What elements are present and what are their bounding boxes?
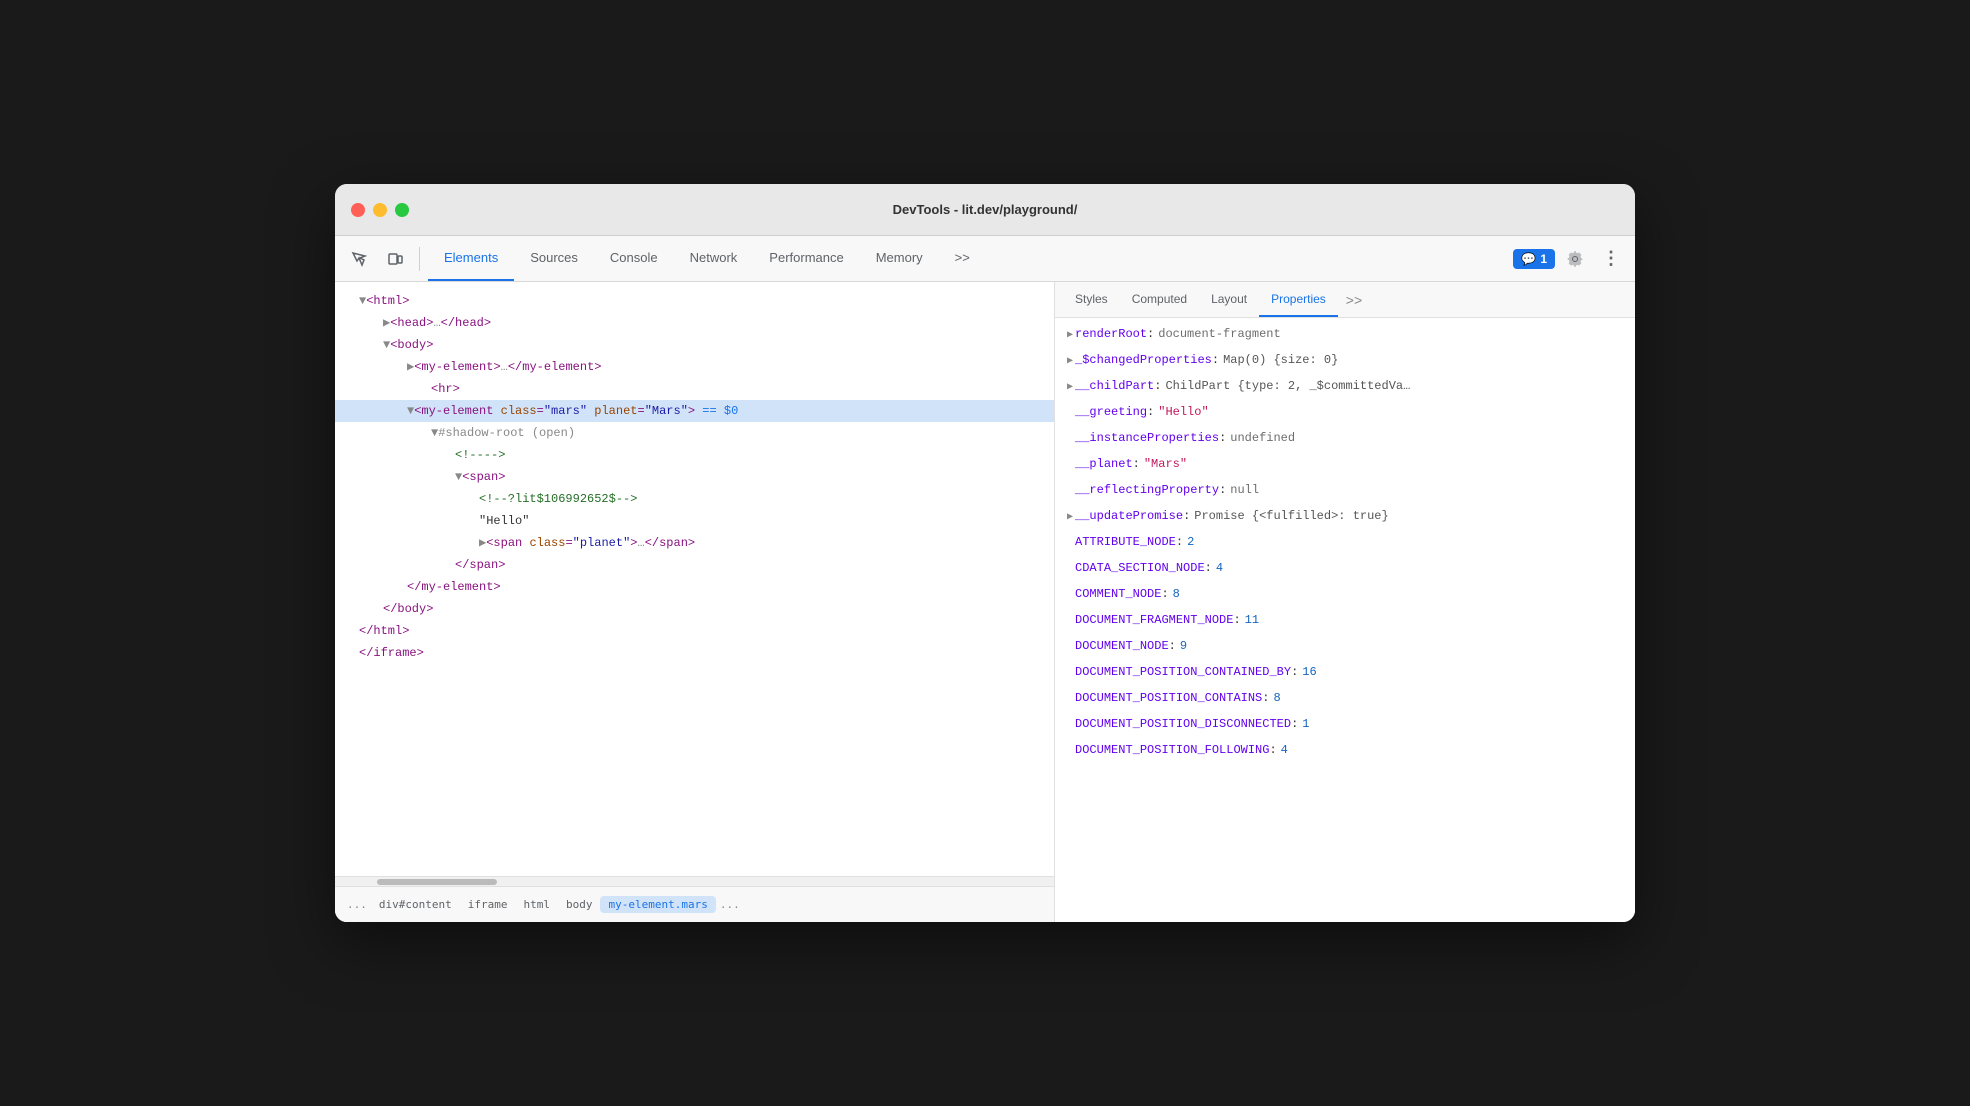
more-options-icon: ⋮: [1602, 248, 1620, 269]
devtools-window: DevTools - lit.dev/playground/ Elements …: [335, 184, 1635, 922]
prop-row-reflecting[interactable]: ▶ __reflectingProperty : null: [1055, 478, 1635, 504]
minimize-button[interactable]: [373, 203, 387, 217]
expand-icon-2[interactable]: ▶: [1067, 351, 1073, 373]
tab-elements[interactable]: Elements: [428, 236, 514, 281]
sub-tab-layout[interactable]: Layout: [1199, 282, 1259, 317]
prop-row-docposdisconn[interactable]: ▶ DOCUMENT_POSITION_DISCONNECTED : 1: [1055, 712, 1635, 738]
chat-count: 1: [1540, 252, 1547, 266]
prop-row-planet[interactable]: ▶ __planet : "Mars": [1055, 452, 1635, 478]
dom-line-html-close[interactable]: </html>: [335, 620, 1054, 642]
dom-line-body-close[interactable]: </body>: [335, 598, 1054, 620]
dom-line-comment-2[interactable]: <!--?lit$106992652$-->: [335, 488, 1054, 510]
prop-row-instanceprops[interactable]: ▶ __instanceProperties : undefined: [1055, 426, 1635, 452]
tab-network[interactable]: Network: [674, 236, 754, 281]
breadcrumb: ... div#content iframe html body my-elem…: [335, 886, 1054, 922]
properties-list: ▶ renderRoot : document-fragment ▶ _$cha…: [1055, 318, 1635, 922]
dom-line-comment-1[interactable]: <!---->: [335, 444, 1054, 466]
chat-icon: 💬: [1521, 252, 1536, 266]
prop-row-docnode[interactable]: ▶ DOCUMENT_NODE : 9: [1055, 634, 1635, 660]
main-tabs: Elements Sources Console Network Perform…: [428, 236, 1509, 281]
sub-tab-styles[interactable]: Styles: [1063, 282, 1120, 317]
inspect-element-button[interactable]: [343, 243, 375, 275]
close-button[interactable]: [351, 203, 365, 217]
breadcrumb-item-html[interactable]: html: [515, 896, 558, 913]
breadcrumb-item-iframe[interactable]: iframe: [460, 896, 516, 913]
sub-tab-computed[interactable]: Computed: [1120, 282, 1199, 317]
tab-performance[interactable]: Performance: [753, 236, 859, 281]
dom-line-my-element-selected[interactable]: ▼ <my-element class="mars" planet="Mars"…: [335, 400, 1054, 422]
breadcrumb-item-body[interactable]: body: [558, 896, 601, 913]
dom-line-span[interactable]: ▼ <span>: [335, 466, 1054, 488]
maximize-button[interactable]: [395, 203, 409, 217]
breadcrumb-more[interactable]: ...: [343, 896, 371, 913]
breadcrumb-item-div[interactable]: div#content: [371, 896, 460, 913]
sub-tabs: Styles Computed Layout Properties >>: [1055, 282, 1635, 318]
devtools-body: ▼ <html> ▶ <head>…</head> ▼ <body> ▶ <my…: [335, 282, 1635, 922]
tab-more-main[interactable]: >>: [939, 236, 986, 281]
toolbar-divider: [419, 247, 420, 271]
traffic-lights: [351, 203, 409, 217]
dom-line-my-element-1[interactable]: ▶ <my-element>…</my-element>: [335, 356, 1054, 378]
dom-line-head[interactable]: ▶ <head>…</head>: [335, 312, 1054, 334]
prop-row-docposfollowing[interactable]: ▶ DOCUMENT_POSITION_FOLLOWING : 4: [1055, 738, 1635, 764]
prop-row-childpart[interactable]: ▶ __childPart : ChildPart {type: 2, _$co…: [1055, 374, 1635, 400]
prop-row-changedprops[interactable]: ▶ _$changedProperties : Map(0) {size: 0}: [1055, 348, 1635, 374]
dom-line-iframe-close[interactable]: </iframe>: [335, 642, 1054, 664]
tab-memory[interactable]: Memory: [860, 236, 939, 281]
dom-panel: ▼ <html> ▶ <head>…</head> ▼ <body> ▶ <my…: [335, 282, 1055, 922]
properties-panel: Styles Computed Layout Properties >> ▶: [1055, 282, 1635, 922]
scroll-thumb[interactable]: [377, 879, 497, 885]
more-options-button[interactable]: ⋮: [1595, 243, 1627, 275]
dom-line-shadow-root[interactable]: ▼ #shadow-root (open): [335, 422, 1054, 444]
dom-line-html[interactable]: ▼ <html>: [335, 290, 1054, 312]
dom-line-span-close[interactable]: </span>: [335, 554, 1054, 576]
dom-line-my-element-close[interactable]: </my-element>: [335, 576, 1054, 598]
prop-row-renderroot[interactable]: ▶ renderRoot : document-fragment: [1055, 322, 1635, 348]
expand-icon-8[interactable]: ▶: [1067, 507, 1073, 529]
dom-line-span-planet[interactable]: ▶ <span class="planet">…</span>: [335, 532, 1054, 554]
tab-console[interactable]: Console: [594, 236, 674, 281]
expand-icon[interactable]: ▶: [1067, 325, 1073, 347]
window-title: DevTools - lit.dev/playground/: [893, 202, 1078, 217]
prop-row-docposcontainedby[interactable]: ▶ DOCUMENT_POSITION_CONTAINED_BY : 16: [1055, 660, 1635, 686]
dom-tree[interactable]: ▼ <html> ▶ <head>…</head> ▼ <body> ▶ <my…: [335, 282, 1054, 876]
chat-badge[interactable]: 💬 1: [1513, 249, 1555, 269]
devtools-toolbar: Elements Sources Console Network Perform…: [335, 236, 1635, 282]
tab-sources[interactable]: Sources: [514, 236, 594, 281]
prop-row-cdatanode[interactable]: ▶ CDATA_SECTION_NODE : 4: [1055, 556, 1635, 582]
expand-icon-3[interactable]: ▶: [1067, 377, 1073, 399]
dom-line-hello[interactable]: "Hello": [335, 510, 1054, 532]
prop-row-attrnode[interactable]: ▶ ATTRIBUTE_NODE : 2: [1055, 530, 1635, 556]
prop-row-docposcontains[interactable]: ▶ DOCUMENT_POSITION_CONTAINS : 8: [1055, 686, 1635, 712]
prop-row-docfragnode[interactable]: ▶ DOCUMENT_FRAGMENT_NODE : 11: [1055, 608, 1635, 634]
dom-line-body[interactable]: ▼ <body>: [335, 334, 1054, 356]
toolbar-right: 💬 1 ⋮: [1513, 243, 1627, 275]
titlebar: DevTools - lit.dev/playground/: [335, 184, 1635, 236]
device-toolbar-button[interactable]: [379, 243, 411, 275]
horizontal-scrollbar[interactable]: [335, 876, 1054, 886]
prop-row-commentnode[interactable]: ▶ COMMENT_NODE : 8: [1055, 582, 1635, 608]
sub-tab-more[interactable]: >>: [1342, 292, 1366, 308]
prop-row-updatepromise[interactable]: ▶ __updatePromise : Promise {<fulfilled>…: [1055, 504, 1635, 530]
dom-line-hr[interactable]: <hr>: [335, 378, 1054, 400]
sub-tab-properties[interactable]: Properties: [1259, 282, 1338, 317]
prop-row-greeting[interactable]: ▶ __greeting : "Hello": [1055, 400, 1635, 426]
settings-button[interactable]: [1559, 243, 1591, 275]
breadcrumb-item-my-element[interactable]: my-element.mars: [600, 896, 715, 913]
breadcrumb-more-right[interactable]: ...: [716, 896, 744, 913]
